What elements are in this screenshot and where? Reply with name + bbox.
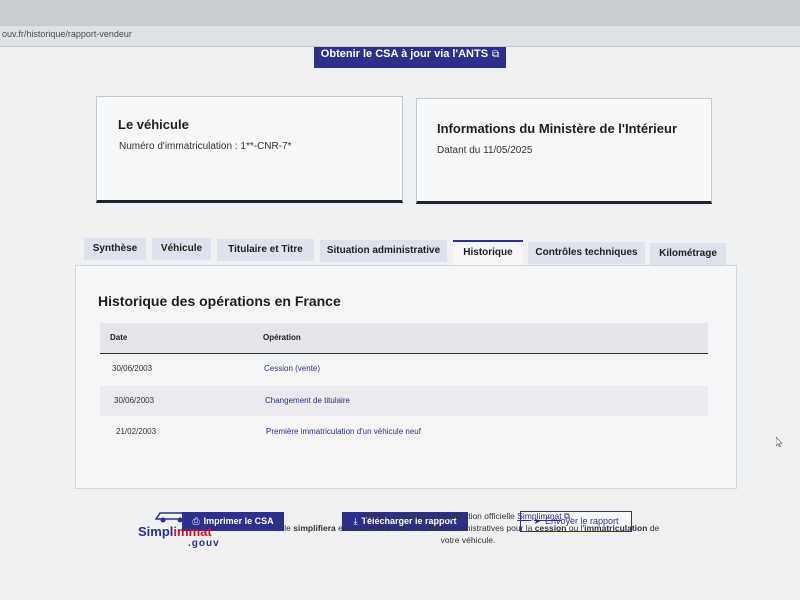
history-table-header: Date Opération (100, 323, 708, 354)
logo-suffix: .gouv (188, 538, 220, 549)
tab-label: Historique (463, 247, 513, 258)
ministry-card-title: Informations du Ministère de l'Intérieur (437, 121, 678, 136)
footer-word-bold: sécurisera (347, 523, 391, 533)
row-operation: Première immatriculation d'un véhicule n… (266, 427, 421, 436)
browser-address-bar[interactable]: ouv.fr/historique/rapport-vendeur (0, 26, 800, 47)
tab-situation-administrative[interactable]: Situation administrative (320, 240, 447, 262)
tab-label: Titulaire et Titre (228, 244, 303, 255)
column-header-operation: Opération (263, 333, 301, 342)
footer-line-1-text: Utilisez maintenant l'application offici… (363, 511, 515, 521)
footer-line-1: Utilisez maintenant l'application offici… (363, 511, 573, 521)
logo-name-part2: immat (173, 524, 212, 539)
simplimmat-logo: Simplimmat .gouv (136, 508, 232, 552)
footer-word-bold: immatriculation (584, 523, 648, 533)
tab-label: Situation administrative (326, 245, 441, 256)
footer-word: de (649, 523, 660, 533)
row-date: 30/06/2003 (112, 364, 153, 373)
browser-tab-strip (0, 0, 800, 26)
vehicle-card-title: Le véhicule (118, 117, 189, 132)
tab-vehicule[interactable]: Véhicule (152, 238, 211, 260)
logo-name-part1: Simpl (138, 524, 174, 539)
tab-label: Kilométrage (659, 248, 717, 259)
row-date: 21/02/2003 (116, 427, 157, 436)
vehicle-registration: Numéro d'immatriculation : 1**-CNR-7* (119, 141, 292, 152)
history-panel: Historique des opérations en France Date… (75, 265, 737, 489)
tab-label: Synthèse (92, 243, 138, 254)
row-operation: Cession (vente) (264, 364, 321, 373)
footer-word: ou l' (568, 523, 585, 533)
tab-controles-techniques[interactable]: Contrôles techniques (528, 242, 645, 264)
table-row: 21/02/2003 Première immatriculation d'un… (100, 417, 708, 447)
history-title: Historique des opérations en France (98, 293, 341, 309)
footer-line-2: Elle simplifiera et sécurisera vos forma… (258, 522, 678, 534)
ministry-card: Informations du Ministère de l'Intérieur… (416, 98, 712, 204)
screen: ouv.fr/historique/rapport-vendeur Obteni… (0, 0, 800, 600)
external-link-icon: ⧉ (492, 49, 500, 60)
mouse-cursor-icon (776, 437, 782, 447)
ministry-card-date: Datant du 11/05/2025 (437, 145, 533, 156)
footer-line-3: votre véhicule. (440, 535, 496, 545)
footer-word-bold: cession (534, 523, 567, 533)
ants-csa-label: Obtenir le CSA à jour via l'ANTS (320, 48, 489, 60)
footer-word: et (338, 523, 346, 533)
footer-word: vos formalités administratives pour la (392, 523, 533, 533)
external-link-icon: ⧉ (561, 511, 571, 521)
tab-historique[interactable]: Historique (453, 240, 523, 266)
tab-label: Contrôles techniques (535, 247, 638, 258)
footer-promo: Utilisez maintenant l'application offici… (258, 510, 678, 546)
url-text[interactable]: ouv.fr/historique/rapport-vendeur (2, 29, 132, 39)
ants-csa-button[interactable]: Obtenir le CSA à jour via l'ANTS ⧉ (314, 47, 506, 68)
tab-titulaire[interactable]: Titulaire et Titre (217, 239, 314, 261)
table-row: 30/06/2003 Changement de titulaire (100, 386, 708, 416)
column-header-date: Date (110, 333, 128, 342)
car-icon (154, 512, 189, 523)
simplimmat-link[interactable]: Simplimmat (517, 511, 561, 521)
row-date: 30/06/2003 (114, 396, 155, 405)
footer-word: Elle (276, 523, 291, 533)
row-operation: Changement de titulaire (265, 396, 350, 405)
tab-synthese[interactable]: Synthèse (84, 238, 146, 260)
vehicle-card: Le véhicule Numéro d'immatriculation : 1… (96, 96, 403, 203)
footer-word-bold: simplifiera (293, 523, 336, 533)
logo-name: Simplimmat (138, 524, 212, 539)
tab-label: Véhicule (160, 243, 203, 254)
tab-kilometrage[interactable]: Kilométrage (650, 243, 726, 265)
table-row: 30/06/2003 Cession (vente) (100, 354, 708, 384)
